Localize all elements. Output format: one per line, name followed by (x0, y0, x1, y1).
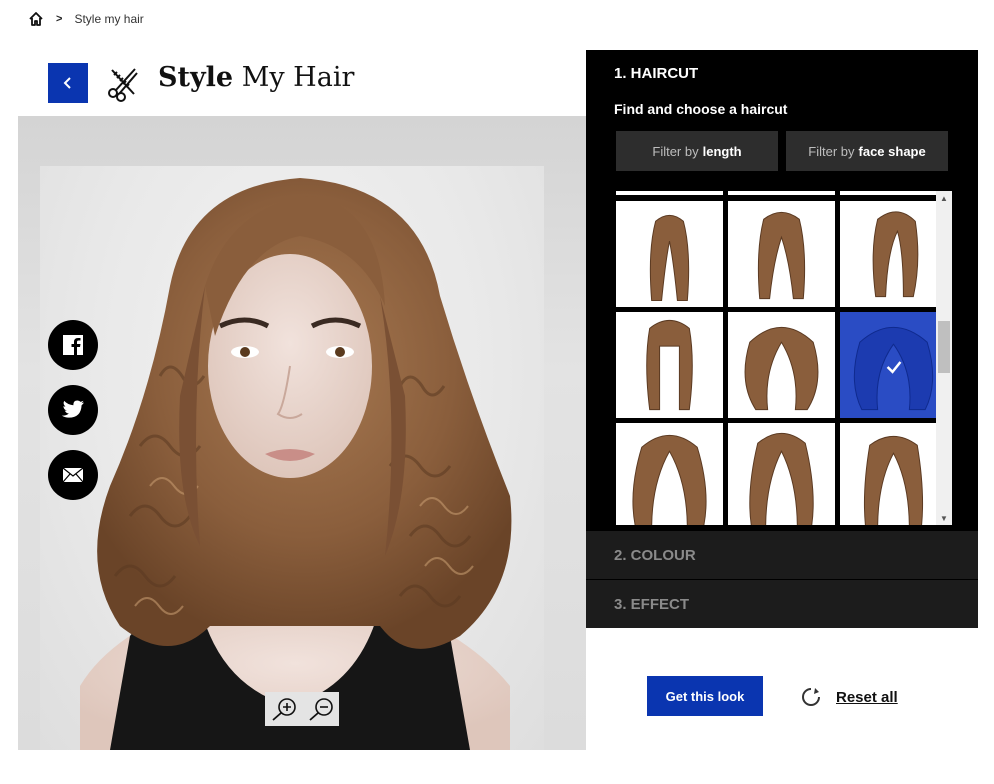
reset-icon (802, 688, 820, 706)
breadcrumb-current: Style my hair (74, 12, 144, 26)
haircut-tile-5[interactable] (728, 312, 835, 418)
haircut-tile-1[interactable] (616, 201, 723, 307)
zoom-out-icon[interactable] (307, 696, 335, 722)
haircut-preview-icon (646, 319, 693, 411)
haircut-tile-7[interactable] (616, 423, 723, 525)
get-this-look-button[interactable]: Get this look (647, 676, 763, 716)
haircut-preview-icon (744, 327, 819, 411)
reset-all-button[interactable]: Reset all (800, 684, 898, 710)
home-icon[interactable] (28, 11, 44, 27)
haircut-preview-icon (872, 211, 919, 298)
facebook-share-button[interactable] (48, 320, 98, 370)
step-colour-label: 2. COLOUR (614, 546, 696, 564)
step-haircut-title[interactable]: 1. HAIRCUT (614, 65, 698, 82)
portrait-image (40, 166, 544, 750)
filter-face-shape-prefix: Filter by (808, 143, 855, 159)
scroll-thumb[interactable] (938, 321, 950, 373)
haircut-tile-2[interactable] (728, 201, 835, 307)
twitter-icon (61, 400, 84, 418)
preview-stage (18, 116, 586, 750)
checkmark-icon (886, 361, 902, 374)
email-share-button[interactable] (48, 450, 98, 500)
facebook-icon (63, 335, 83, 355)
haircut-tile-3[interactable] (840, 201, 936, 307)
step-colour-tab[interactable]: 2. COLOUR (586, 531, 978, 579)
breadcrumb: > Style my hair (28, 9, 144, 29)
haircut-tile-4[interactable] (616, 312, 723, 418)
filter-length-prefix: Filter by (652, 143, 699, 159)
haircut-preview-icon (757, 211, 806, 300)
haircut-tile-6[interactable] (840, 312, 936, 418)
haircut-preview-icon (853, 326, 934, 411)
filter-length-button[interactable]: Filter by length (616, 131, 778, 171)
reset-all-label: Reset all (836, 688, 898, 706)
haircut-tile-partial[interactable] (840, 191, 936, 195)
scissors-comb-icon (108, 68, 138, 102)
title-rest: My Hair (241, 62, 355, 93)
gallery-scrollbar[interactable]: ▲ ▼ (936, 191, 952, 525)
filter-face-shape-button[interactable]: Filter by face shape (786, 131, 948, 171)
haircut-tile-partial[interactable] (616, 191, 723, 195)
zoom-controls (265, 692, 339, 726)
back-button[interactable] (48, 63, 88, 103)
page-title: Style My Hair (158, 62, 354, 93)
haircut-tile-8[interactable] (728, 423, 835, 525)
scroll-up-arrow[interactable]: ▲ (936, 191, 952, 205)
scroll-down-arrow[interactable]: ▼ (936, 511, 952, 525)
haircut-preview-icon (863, 435, 924, 525)
haircut-tile-9[interactable] (840, 423, 936, 525)
haircut-tile-partial[interactable] (728, 191, 835, 195)
filter-face-shape-label: face shape (858, 143, 926, 159)
zoom-in-icon[interactable] (270, 696, 298, 722)
chevron-left-icon (63, 77, 71, 89)
title-bold: Style (158, 62, 234, 93)
filter-length-label: length (702, 143, 742, 159)
twitter-share-button[interactable] (48, 385, 98, 435)
step-effect-tab[interactable]: 3. EFFECT (586, 580, 978, 628)
haircut-gallery (616, 191, 936, 525)
breadcrumb-separator: > (56, 13, 63, 25)
envelope-icon (62, 467, 84, 483)
step-effect-label: 3. EFFECT (614, 595, 690, 613)
find-haircut-label: Find and choose a haircut (614, 101, 788, 117)
haircut-preview-icon (632, 435, 707, 525)
haircut-preview-icon (749, 432, 814, 525)
haircut-preview-icon (649, 214, 690, 302)
